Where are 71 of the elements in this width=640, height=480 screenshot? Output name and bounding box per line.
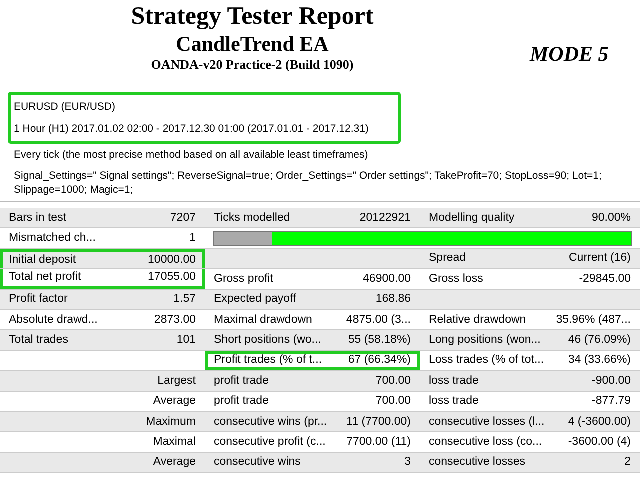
stat-value: 35.96% (487... — [556, 314, 631, 326]
stat-label: loss trade — [429, 374, 479, 387]
stat-label: Ticks modelled — [214, 212, 290, 224]
stat-value: 7700.00 (11) — [346, 436, 411, 448]
stat-value: 46 (76.09%) — [568, 334, 631, 346]
stat-label: consecutive wins (pr... — [214, 416, 328, 428]
stat-value: Average — [153, 456, 196, 468]
stat-label: consecutive losses (l... — [429, 416, 545, 428]
stat-label: consecutive profit (c... — [214, 436, 326, 448]
stat-label: Loss trades (% of tot... — [429, 354, 544, 366]
stat-label: Total trades — [9, 334, 68, 346]
stat-value: -29845.00 — [579, 272, 631, 285]
stat-label: consecutive losses — [429, 456, 526, 468]
parameters-text: Signal_Settings=" Signal settings"; ReverseSignal=true; Order_Settings=" Order settings"; TakeProfit=70; StopLoss=90; Lot=1; Slippage=1000; Magic=1; — [13, 169, 603, 198]
stat-value: -877.79 — [592, 395, 631, 408]
server-name: OANDA-v20 Practice-2 (Build 1090) — [151, 57, 354, 73]
stat-value: 168.86 — [376, 293, 411, 306]
stat-label: Spread — [429, 252, 466, 264]
stat-label: Maximal drawdown — [214, 314, 312, 326]
stat-label: Profit trades (% of t... — [214, 354, 322, 366]
stat-label: Modelling quality — [429, 212, 515, 224]
stat-label: Gross loss — [429, 272, 484, 285]
stat-label: consecutive loss (co... — [429, 436, 542, 448]
stat-value: Largest — [158, 374, 196, 387]
stat-value: 101 — [176, 334, 196, 346]
stat-value: -900.00 — [592, 374, 631, 387]
stat-value: 700.00 — [376, 374, 411, 387]
stat-label: loss trade — [429, 395, 479, 408]
stat-value: 17055.00 — [148, 271, 196, 284]
expert-name: CandleTrend EA — [176, 32, 329, 57]
stat-value: 3 — [404, 456, 411, 468]
stat-value: Maximal — [153, 436, 196, 448]
stat-label: Mismatched ch... — [9, 232, 96, 244]
stat-value: 34 (33.66%) — [568, 354, 631, 366]
stat-label: Relative drawdown — [429, 314, 526, 326]
stat-label: Absolute drawd... — [9, 314, 98, 326]
stat-label: Expected payoff — [214, 293, 296, 306]
stat-label: consecutive wins — [214, 456, 301, 468]
stat-value: 10000.00 — [148, 254, 196, 266]
stat-value: 1 — [190, 232, 196, 244]
stat-label: Profit factor — [9, 293, 68, 306]
stat-value: Maximum — [146, 416, 196, 428]
stat-value: 11 (7700.00) — [346, 416, 411, 428]
stat-value: 1.57 — [174, 293, 196, 306]
stat-label: Long positions (won... — [429, 334, 541, 346]
stat-value: Current (16) — [569, 252, 631, 264]
info-line: 1 Hour (H1) 2017.01.02 02:00 - 2017.12.30 01:00 (2017.01.01 - 2017.12.31) — [14, 122, 370, 137]
info-line: Every tick (the most precise method based on all available least timeframes) — [13, 148, 370, 163]
stat-value: 67 (66.34%) — [348, 354, 411, 366]
stat-value: 4875.00 (3... — [346, 314, 411, 326]
stat-label: Total net profit — [9, 271, 82, 284]
stat-value: 2 — [624, 456, 631, 468]
stat-value: Average — [153, 395, 196, 408]
stat-label: Initial deposit — [9, 254, 76, 266]
stat-value: 4 (-3600.00) — [568, 416, 631, 428]
stat-value: 20122921 — [360, 212, 411, 224]
stat-label: Gross profit — [214, 272, 274, 285]
stat-label: profit trade — [214, 395, 269, 408]
stat-value: 55 (58.18%) — [348, 334, 411, 346]
stat-value: 7207 — [170, 212, 196, 224]
stat-value: 2873.00 — [154, 314, 196, 326]
report-title: Strategy Tester Report — [131, 2, 374, 32]
stat-label: Bars in test — [9, 212, 67, 224]
stat-label: profit trade — [214, 374, 269, 387]
stat-value: 700.00 — [376, 395, 411, 408]
stat-value: -3600.00 (4) — [568, 436, 631, 448]
stat-label: Short positions (wo... — [214, 334, 322, 346]
mode-label: MODE 5 — [530, 42, 610, 67]
info-line: EURUSD (EUR/USD) — [14, 100, 117, 115]
stat-value: 46900.00 — [363, 272, 411, 285]
stat-value: 90.00% — [592, 212, 631, 224]
